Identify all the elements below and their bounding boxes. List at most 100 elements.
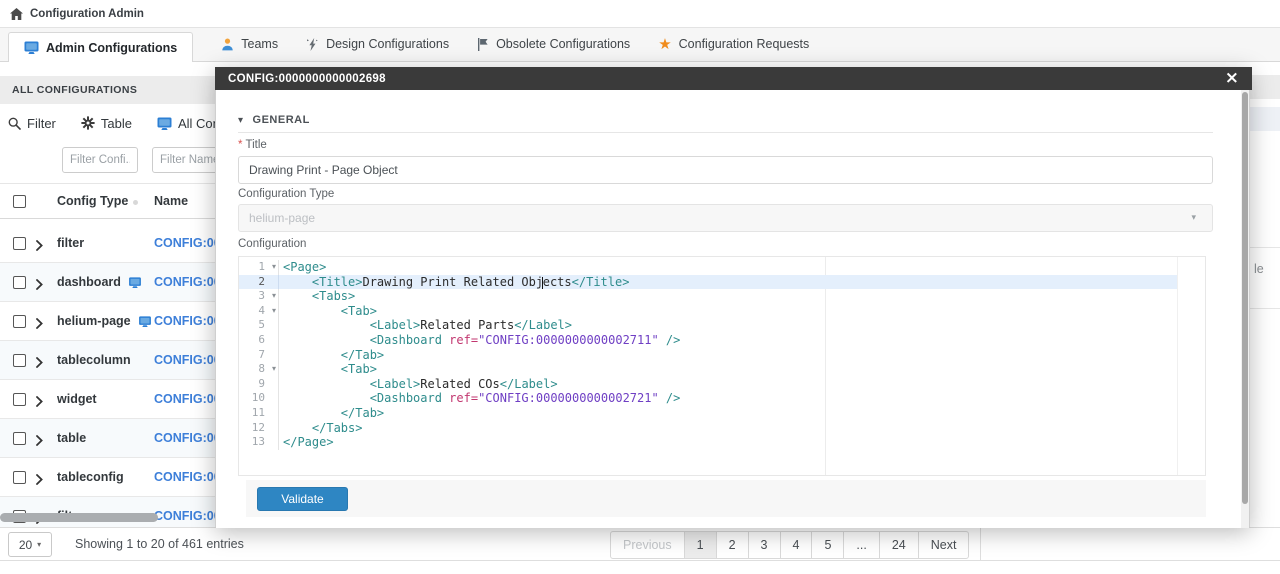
code-line[interactable]: 13</Page> bbox=[239, 435, 1177, 450]
code-line-text: <Title>Drawing Print Related Objects</Ti… bbox=[279, 275, 629, 290]
right-panel-footer bbox=[980, 527, 1280, 560]
tab-design-configurations[interactable]: Design Configurations bbox=[306, 27, 449, 61]
page-size-value: 20 bbox=[19, 538, 32, 552]
code-line[interactable]: 1▾<Page> bbox=[239, 260, 1177, 275]
config-type-cell: filter bbox=[57, 236, 84, 250]
pagination: Previous12345...24Next bbox=[610, 531, 969, 559]
code-line[interactable]: 7 </Tab> bbox=[239, 348, 1177, 363]
column-header-config-type[interactable]: Config Type bbox=[57, 194, 128, 208]
close-icon[interactable]: × bbox=[1225, 70, 1239, 87]
fold-caret-icon[interactable]: ▾ bbox=[272, 260, 276, 275]
expand-chevron-icon[interactable] bbox=[36, 277, 43, 295]
column-header-name[interactable]: Name bbox=[154, 194, 188, 208]
code-line[interactable]: 10 <Dashboard ref="CONFIG:00000000000027… bbox=[239, 391, 1177, 406]
fold-caret-icon[interactable]: ▾ bbox=[272, 289, 276, 304]
row-checkbox[interactable] bbox=[13, 315, 26, 328]
code-line[interactable]: 2 <Title>Drawing Print Related Objects</… bbox=[239, 275, 1177, 290]
expand-chevron-icon[interactable] bbox=[36, 394, 43, 412]
page-button-1[interactable]: 1 bbox=[684, 531, 717, 559]
modal-title: CONFIG:0000000000002698 bbox=[228, 73, 386, 85]
page-title: Configuration Admin bbox=[30, 8, 144, 20]
code-line-text: <Tab> bbox=[279, 304, 377, 319]
code-line[interactable]: 11 </Tab> bbox=[239, 406, 1177, 421]
chevron-down-icon: ▾ bbox=[1191, 213, 1196, 223]
modal-scrollbar[interactable] bbox=[1241, 90, 1249, 528]
configuration-type-label: Configuration Type bbox=[238, 188, 334, 200]
validate-button[interactable]: Validate bbox=[257, 487, 348, 511]
gutter-line-number: 4▾ bbox=[239, 304, 279, 319]
required-mark: * bbox=[238, 139, 242, 151]
general-section-header[interactable]: ▾ GENERAL bbox=[238, 114, 310, 126]
config-type-cell: table bbox=[57, 431, 86, 445]
page-button-4[interactable]: 4 bbox=[780, 531, 813, 559]
expand-chevron-icon[interactable] bbox=[36, 433, 43, 451]
code-line-text: </Tabs> bbox=[279, 421, 362, 436]
row-checkbox[interactable] bbox=[13, 354, 26, 367]
code-editor[interactable]: 1▾<Page>2 <Title>Drawing Print Related O… bbox=[238, 256, 1206, 476]
config-type-cell: tablecolumn bbox=[57, 353, 131, 367]
row-checkbox[interactable] bbox=[13, 432, 26, 445]
config-type-cell: widget bbox=[57, 392, 97, 406]
code-line[interactable]: 5 <Label>Related Parts</Label> bbox=[239, 318, 1177, 333]
expand-chevron-icon[interactable] bbox=[36, 355, 43, 373]
config-type-cell: tableconfig bbox=[57, 470, 124, 484]
row-checkbox[interactable] bbox=[13, 237, 26, 250]
configuration-label: Configuration bbox=[238, 238, 306, 250]
showing-entries-text: Showing 1 to 20 of 461 entries bbox=[75, 537, 244, 551]
scrollbar-thumb[interactable] bbox=[1242, 92, 1248, 504]
code-line[interactable]: 8▾ <Tab> bbox=[239, 362, 1177, 377]
page-button-next[interactable]: Next bbox=[918, 531, 970, 559]
sort-icon[interactable] bbox=[133, 200, 138, 205]
page-button-5[interactable]: 5 bbox=[811, 531, 844, 559]
row-checkbox[interactable] bbox=[13, 471, 26, 484]
expand-chevron-icon[interactable] bbox=[36, 472, 43, 490]
expand-chevron-icon[interactable] bbox=[36, 316, 43, 334]
tab-obsolete-configurations[interactable]: Obsolete Configurations bbox=[477, 27, 630, 61]
code-line-text: <Label>Related COs</Label> bbox=[279, 377, 558, 392]
fold-caret-icon[interactable]: ▾ bbox=[272, 362, 276, 377]
tab-bar: Admin Configurations Teams Design Configur… bbox=[0, 28, 1280, 62]
filter-config-type-input[interactable] bbox=[62, 147, 138, 173]
tab-admin-configurations[interactable]: Admin Configurations bbox=[8, 32, 193, 62]
page-button-[interactable]: ... bbox=[843, 531, 879, 559]
page-button-2[interactable]: 2 bbox=[716, 531, 749, 559]
toolbar-filter[interactable]: Filter bbox=[8, 116, 56, 131]
horizontal-scrollbar[interactable] bbox=[0, 513, 158, 522]
gear-icon bbox=[81, 116, 95, 130]
title-input[interactable] bbox=[238, 156, 1213, 184]
gutter-line-number: 8▾ bbox=[239, 362, 279, 377]
screen: Configuration Admin Admin Configurations… bbox=[0, 0, 1280, 574]
fold-caret-icon[interactable]: ▾ bbox=[272, 304, 276, 319]
code-line[interactable]: 12 </Tabs> bbox=[239, 421, 1177, 436]
configurations-icon bbox=[24, 41, 39, 54]
code-line-text: </Tab> bbox=[279, 348, 384, 363]
row-checkbox[interactable] bbox=[13, 393, 26, 406]
page-button-24[interactable]: 24 bbox=[879, 531, 919, 559]
gutter-line-number: 12 bbox=[239, 421, 279, 436]
code-line[interactable]: 3▾ <Tabs> bbox=[239, 289, 1177, 304]
config-type-cell: helium-page bbox=[57, 314, 152, 328]
expand-chevron-icon[interactable] bbox=[36, 238, 43, 256]
configuration-type-value: helium-page bbox=[249, 211, 315, 225]
modal-header: CONFIG:0000000000002698 × bbox=[215, 67, 1252, 90]
toolbar-table[interactable]: Table bbox=[81, 116, 132, 131]
tab-label: Admin Configurations bbox=[46, 41, 177, 55]
page-button-3[interactable]: 3 bbox=[748, 531, 781, 559]
select-all-checkbox[interactable] bbox=[13, 195, 26, 208]
code-line[interactable]: 4▾ <Tab> bbox=[239, 304, 1177, 319]
row-checkbox[interactable] bbox=[13, 276, 26, 289]
gutter-line-number: 5 bbox=[239, 318, 279, 333]
board-icon bbox=[128, 277, 142, 288]
chevron-down-icon: ▾ bbox=[238, 115, 244, 126]
code-line[interactable]: 9 <Label>Related COs</Label> bbox=[239, 377, 1177, 392]
gutter-line-number: 3▾ bbox=[239, 289, 279, 304]
page-size-select[interactable]: 20 ▾ bbox=[8, 532, 52, 557]
page-button-previous[interactable]: Previous bbox=[610, 531, 685, 559]
toolbar-label: Table bbox=[101, 116, 132, 131]
home-icon[interactable] bbox=[10, 8, 23, 20]
code-line[interactable]: 6 <Dashboard ref="CONFIG:000000000000271… bbox=[239, 333, 1177, 348]
tab-configuration-requests[interactable]: ★Configuration Requests bbox=[658, 27, 809, 61]
tab-teams[interactable]: Teams bbox=[221, 27, 278, 61]
tab-label: Configuration Requests bbox=[679, 37, 810, 51]
title-field-label: *Title bbox=[238, 139, 267, 151]
